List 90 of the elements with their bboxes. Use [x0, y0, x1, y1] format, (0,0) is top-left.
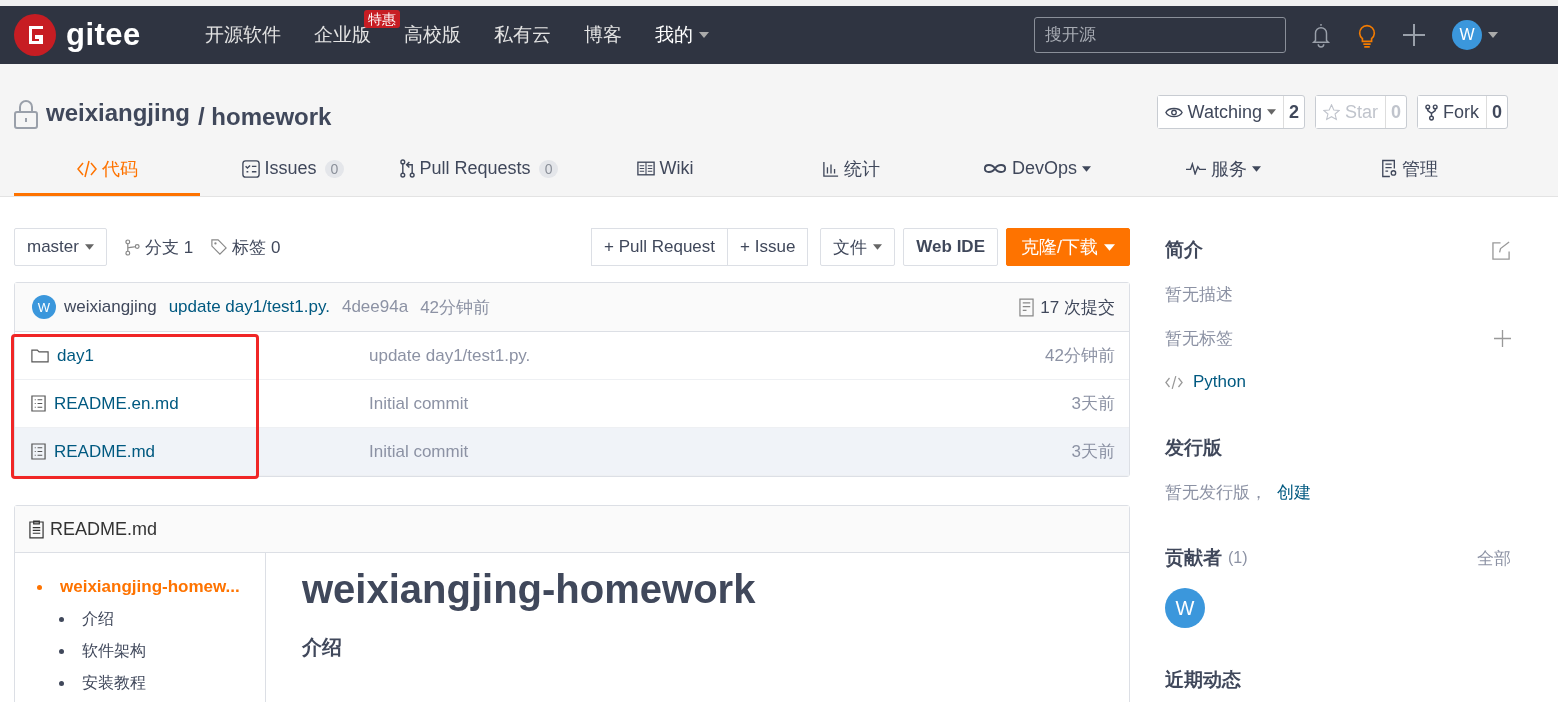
repo-tab[interactable]: Wiki: [572, 144, 758, 196]
section-title: 近期动态: [1165, 668, 1241, 692]
new-item-button[interactable]: + Pull Request: [591, 228, 729, 266]
file-name-link[interactable]: README.en.md: [54, 393, 179, 414]
watch-button[interactable]: Watching 2: [1156, 95, 1305, 129]
branches-link[interactable]: 分支 1: [124, 235, 194, 259]
caret-icon: [1104, 243, 1115, 251]
bar-chart-icon: [822, 160, 839, 177]
author-link[interactable]: weixiangjing: [64, 297, 157, 317]
readme-title: README.md: [50, 518, 157, 540]
count-label: 0: [1486, 96, 1507, 128]
star-icon: [1322, 103, 1340, 121]
web-ide-button[interactable]: Web IDE: [903, 228, 998, 266]
commit-time: 42分钟前: [420, 296, 491, 319]
create-release-link[interactable]: 创建: [1277, 480, 1311, 504]
file-icon: [31, 443, 46, 460]
pulse-icon: [1185, 162, 1206, 175]
tag-icon: [211, 239, 228, 255]
logo-icon[interactable]: [14, 14, 56, 56]
commit-count-link[interactable]: 17 次提交: [1040, 295, 1115, 319]
file-row[interactable]: README.md Initial commit 3天前: [15, 428, 1129, 476]
fork-icon: [1425, 103, 1438, 121]
search-field[interactable]: 搜开源: [1034, 17, 1286, 53]
commit-message-link[interactable]: update day1/test1.py.: [168, 297, 330, 317]
file-name-link[interactable]: day1: [57, 345, 94, 366]
infinity-icon: [983, 162, 1007, 175]
releases-text: 暂无发行版，: [1165, 481, 1267, 504]
book-icon: [636, 161, 655, 176]
file-icon: [29, 519, 44, 539]
tags-text: 暂无标签: [1165, 327, 1233, 350]
section-title: 发行版: [1165, 436, 1222, 460]
fork-button[interactable]: Fork 0: [1417, 95, 1508, 129]
repo-tab[interactable]: 管理: [1316, 144, 1502, 196]
bullet-icon: [59, 680, 64, 686]
document-gear-icon: [1380, 159, 1397, 178]
caret-icon[interactable]: [699, 32, 709, 38]
branch-icon: [124, 238, 140, 256]
toc-link[interactable]: 软件架构: [82, 640, 146, 662]
readme-heading: weixiangjing-homework: [302, 567, 756, 612]
code-icon: [76, 159, 97, 178]
toc-link[interactable]: 安装教程: [82, 672, 146, 694]
contributor-count: (1): [1228, 549, 1248, 567]
code-icon: [1165, 375, 1183, 389]
pull-request-icon: [399, 159, 415, 178]
language-link[interactable]: Python: [1193, 372, 1246, 392]
repo-name-link[interactable]: / homework: [198, 103, 332, 131]
file-name-link[interactable]: README.md: [54, 441, 156, 462]
bell-icon[interactable]: [1310, 22, 1332, 48]
nav-link[interactable]: 私有云: [494, 22, 551, 48]
caret-icon: [84, 244, 94, 250]
commits-icon: [1019, 297, 1035, 317]
readme-subheading: 介绍: [302, 635, 343, 660]
toc-link[interactable]: 介绍: [82, 608, 114, 630]
nav-link[interactable]: 开源软件: [205, 22, 281, 48]
description-text: 暂无描述: [1165, 283, 1233, 306]
commit-time: 42分钟前: [1045, 345, 1115, 367]
checklist-icon: [241, 159, 260, 178]
repo-tab[interactable]: DevOps: [944, 144, 1130, 196]
nav-link[interactable]: 我的: [655, 22, 693, 48]
plus-icon[interactable]: [1494, 329, 1511, 347]
repo-tab[interactable]: 服务: [1130, 144, 1316, 196]
new-item-button[interactable]: + Issue: [728, 228, 809, 266]
branch-select[interactable]: master: [14, 228, 107, 266]
repo-tab[interactable]: 统计: [758, 144, 944, 196]
repo-tab[interactable]: Pull Requests 0: [386, 144, 572, 196]
folder-icon: [31, 348, 49, 363]
tags-link[interactable]: 标签 0: [211, 235, 281, 259]
nav-link[interactable]: 高校版: [404, 22, 461, 48]
caret-icon[interactable]: [1488, 32, 1498, 38]
commit-time: 3天前: [1071, 393, 1115, 415]
section-title: 简介: [1165, 238, 1203, 262]
promo-badge: 特惠: [364, 10, 400, 28]
plus-icon[interactable]: [1402, 23, 1426, 47]
caret-icon: [1266, 109, 1276, 115]
nav-link[interactable]: 博客: [584, 22, 622, 48]
bullet-icon: [37, 584, 42, 590]
eye-icon: [1164, 105, 1183, 119]
count-label: 0: [1384, 96, 1406, 128]
commit-time: 3天前: [1071, 441, 1115, 463]
section-title: 贡献者: [1165, 546, 1222, 570]
file-icon: [31, 395, 46, 412]
repo-owner-link[interactable]: weixiangjing: [46, 99, 191, 127]
bullet-icon: [59, 616, 64, 622]
count-label: 2: [1282, 96, 1304, 128]
file-menu-button[interactable]: 文件: [820, 228, 896, 266]
caret-icon: [873, 244, 883, 250]
author-avatar: W: [32, 295, 56, 319]
repo-tab[interactable]: Issues 0: [200, 144, 386, 196]
logo-wordmark[interactable]: gitee: [66, 17, 141, 53]
bullet-icon: [59, 648, 64, 654]
